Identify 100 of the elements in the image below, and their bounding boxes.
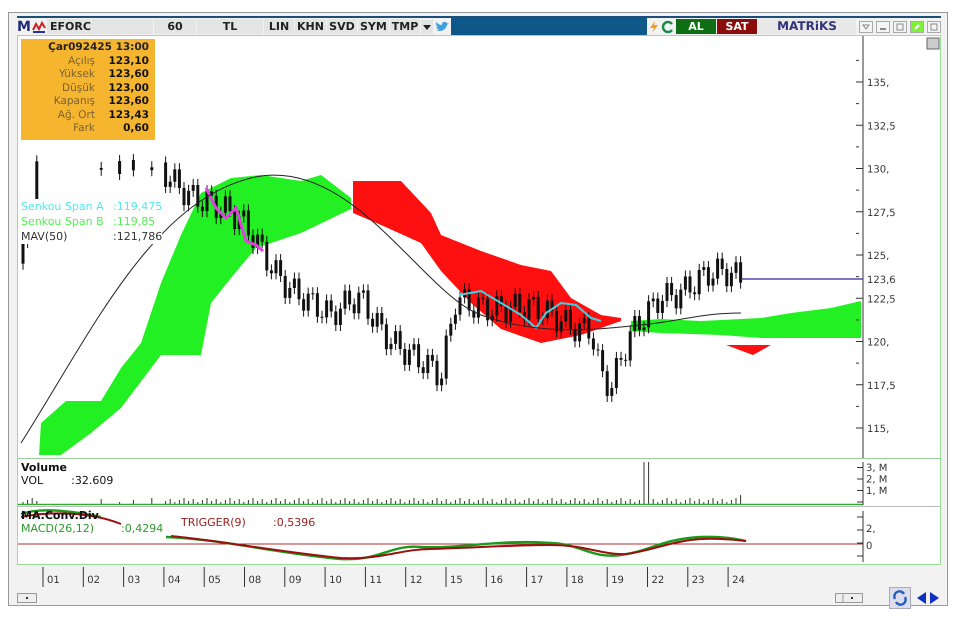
candle [734,256,738,280]
axis-label: 02 [87,575,100,586]
series-value: :0,4294 [121,522,164,535]
axis-label: 09 [288,575,302,586]
axis-label: 22 [652,575,664,586]
period-field[interactable]: 60 [154,19,196,34]
axis-label: 0 [866,541,872,552]
candle [228,190,232,218]
candle [688,270,692,299]
info-label: Fark [72,122,95,136]
prev-next-icon[interactable] [915,591,941,605]
minimize-icon[interactable] [876,20,890,32]
candle [100,161,103,176]
cloud-area [726,345,771,355]
axis-label: 127,5 [867,208,896,219]
series-value: :0,5396 [273,516,316,529]
info-value: 123,43 [107,108,150,122]
candle [458,290,462,322]
candle [366,284,370,326]
candle [182,181,186,212]
candle [298,272,300,306]
info-value: 0,60 [122,122,150,136]
link-icon[interactable] [910,20,924,32]
candle [118,154,122,181]
axis-label: 132,5 [867,121,896,132]
candle [666,276,668,308]
scroll-right-button[interactable] [835,593,863,603]
info-value: 123,60 [107,68,150,82]
axis-label: 05 [208,575,221,586]
axis-label: 24 [732,575,745,586]
candle [482,291,484,305]
axis-label: 10 [329,575,342,586]
axis-label: 3, M [866,463,888,474]
series-label: TRIGGER(9) [181,516,246,529]
axis-label: 1, M [866,486,888,497]
sell-button[interactable]: SAT [717,19,757,34]
info-label: Kapanış [52,95,95,108]
axis-label: 11 [369,575,382,586]
info-label: Açılış [67,54,95,68]
scroll-left-button[interactable] [17,593,37,603]
candle [504,300,508,329]
candle [596,342,600,357]
macd-axis-drawing [856,510,864,562]
candle [412,338,416,356]
maximize-icon[interactable] [893,20,907,32]
tenkan-line [204,187,264,252]
candle [390,337,392,356]
chart-wave-icon[interactable] [32,20,46,34]
toolbar-button[interactable]: TMP [390,19,420,34]
toolbar-button[interactable]: SYM [358,19,389,34]
axis-label: 120, [867,338,890,348]
candle [320,310,324,324]
axis-label: 19 [611,575,624,586]
refresh-icon[interactable] [661,20,675,34]
axis-label: 08 [248,575,262,586]
axis-label: 122,5 [867,294,896,306]
symbol-field[interactable]: EFORC [47,19,153,34]
sync-icon[interactable] [889,587,911,609]
last-price-label: 123,6 [867,275,896,286]
panel-title: Volume [21,461,67,474]
candle [206,184,208,218]
info-value: 123,60 [107,95,150,108]
axis-label: 12 [410,575,422,586]
close-icon[interactable] [927,20,941,32]
toolbar-button[interactable]: KHN [295,19,326,34]
info-label: Yüksek [58,68,95,82]
axis-label: 01 [47,575,60,586]
candle [436,354,438,392]
panel-maximize-icon[interactable] [926,38,940,50]
legend-value: :121,786 [113,229,162,244]
info-title: Çar092425 13:00 [47,41,150,54]
axis-label: 15 [450,575,463,586]
buy-button[interactable]: AL [676,19,716,34]
volume-axis-drawing [856,462,864,506]
candle [274,254,278,280]
candle [150,160,154,177]
candle [620,351,622,366]
axis-label: 2, [866,524,876,535]
candle [550,294,554,318]
info-label: Ağ. Ort [56,108,95,122]
toolbar-button[interactable]: LIN [264,19,294,34]
dropdown-caret-icon[interactable] [421,20,434,34]
axis-label: 135, [867,78,890,89]
axis-label: 125, [867,251,890,262]
axis-label: 23 [692,575,705,586]
series-label: VOL [21,474,44,487]
candle [252,228,254,255]
candle [132,153,135,177]
toolbar-button[interactable]: SVD [326,19,357,34]
info-label: Düşük [61,82,95,95]
axis-label: 03 [128,575,140,586]
axis-label: 2, M [866,474,888,486]
currency-field[interactable]: TL [197,19,263,34]
candle [642,320,646,337]
axis-label: 17 [530,575,544,586]
candle [528,292,530,326]
brand-logo: MATRiKS [758,19,856,34]
info-value: 123,10 [107,54,150,68]
axis-label: 16 [490,575,504,586]
collapse-icon[interactable] [859,20,873,32]
